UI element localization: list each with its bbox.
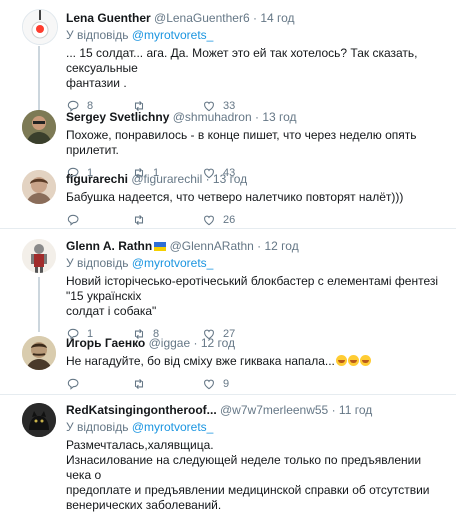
user-handle[interactable]: @w7w7merleenw55 — [220, 403, 328, 417]
tweet-time[interactable]: 12 год — [265, 239, 299, 253]
laughing-emoji-icon — [335, 355, 347, 366]
tweet: Glenn A. Rathn @GlennARathn · 12 год У в… — [0, 229, 456, 340]
tweet: Sergey Svetlichny @shmuhadron · 13 год П… — [0, 110, 456, 179]
reply-icon — [67, 214, 79, 226]
tweet-time[interactable]: 11 год — [339, 403, 372, 417]
thread-line — [38, 46, 40, 110]
person-avatar-icon — [22, 110, 56, 144]
separator-dot: · — [252, 11, 257, 25]
tweet: Lena Guenther @LenaGuenther6 · 14 год У … — [0, 0, 456, 112]
tweet-text: Новий історічесько-еротічеський блокбаст… — [66, 274, 448, 319]
knight-avatar-icon — [22, 239, 56, 273]
avatar[interactable] — [22, 403, 56, 437]
tweet-text-line: фантазии . — [66, 76, 127, 90]
laughing-emoji-icon — [359, 355, 371, 366]
tweet-text: ... 15 солдат... ага. Да. Может это ей т… — [66, 46, 448, 91]
avatar[interactable] — [22, 336, 56, 370]
tweet-text-line: предоплате и предъявлении медицинской сп… — [66, 483, 430, 497]
like-count: 26 — [223, 214, 236, 226]
retweet-icon — [134, 378, 144, 390]
user-handle[interactable]: @LenaGuenther6 — [154, 11, 250, 25]
user-handle[interactable]: @GlennARathn — [170, 239, 254, 253]
person-avatar-icon — [22, 336, 56, 370]
tweet-text-line: солдат і собака" — [66, 304, 157, 318]
tweet-time[interactable]: 13 год — [262, 110, 296, 124]
mention-link[interactable]: @myrotvorets_ — [132, 420, 214, 434]
tweet-text: Размечталась,халявщица. Изнасилование на… — [66, 438, 448, 513]
user-handle[interactable]: @iggae — [149, 336, 191, 350]
retweet-button[interactable] — [132, 377, 153, 391]
avatar[interactable] — [22, 239, 56, 273]
avatar[interactable] — [22, 110, 56, 144]
tweet: figurarechi @figurarechil · 13 год Бабуш… — [0, 166, 456, 228]
mention-link[interactable]: @myrotvorets_ — [132, 256, 214, 270]
reply-button[interactable] — [66, 213, 87, 227]
tweet-text-line: Новий історічесько-еротічеський блокбаст… — [66, 274, 439, 303]
tweet-text-line: Бабушка надеется, что четверо налетчико … — [66, 190, 404, 204]
tweet-text-line: Похоже, понравилось - в конце пишет, что… — [66, 128, 417, 157]
like-button[interactable]: 26 — [202, 213, 235, 227]
tweet-text-line: Не нагадуйте, бо від сміху вже гиквака н… — [66, 354, 335, 368]
separator-dot: · — [257, 239, 262, 253]
mention-link[interactable]: @myrotvorets_ — [132, 28, 214, 42]
tweet-text-line: венерических заболеваний. — [66, 498, 222, 512]
reply-prefix: У відповідь — [66, 256, 129, 270]
tweet-time[interactable]: 14 год — [260, 11, 294, 25]
tweet: Игорь Гаенко @iggae · 12 год Не нагадуйт… — [0, 332, 456, 393]
reply-icon — [67, 378, 79, 390]
heart-icon — [204, 215, 214, 226]
avatar[interactable] — [22, 9, 58, 45]
retweet-button[interactable] — [132, 213, 153, 227]
thread-line — [38, 277, 40, 332]
separator-dot: · — [331, 403, 336, 417]
user-name[interactable]: Sergey Svetlichny — [66, 110, 169, 124]
heart-icon — [204, 379, 214, 390]
like-count: 9 — [223, 378, 230, 390]
user-name[interactable]: Glenn A. Rathn — [66, 239, 152, 253]
ukraine-flag-icon — [154, 242, 167, 251]
avatar[interactable] — [22, 170, 56, 204]
tweet-text: Бабушка надеется, что четверо налетчико … — [66, 190, 448, 205]
tweet-text-line: Изнасилование на следующей неделе только… — [66, 453, 422, 482]
user-name[interactable]: Lena Guenther — [66, 11, 151, 25]
tweet-text-line: Размечталась,халявщица. — [66, 438, 214, 452]
cat-avatar-icon — [22, 403, 56, 437]
tweet-time[interactable]: 13 год — [213, 172, 247, 186]
separator-dot: · — [205, 172, 210, 186]
lamp-avatar-icon — [23, 10, 57, 44]
reply-prefix: У відповідь — [66, 28, 129, 42]
tweet-time[interactable]: 12 год — [201, 336, 235, 350]
separator-dot: · — [254, 110, 259, 124]
person-avatar-icon — [22, 170, 56, 204]
tweet-text: Не нагадуйте, бо від сміху вже гиквака н… — [66, 354, 448, 369]
like-button[interactable]: 9 — [202, 377, 229, 391]
user-name[interactable]: Игорь Гаенко — [66, 336, 145, 350]
user-handle[interactable]: @figurarechil — [131, 172, 202, 186]
reply-prefix: У відповідь — [66, 420, 129, 434]
user-name[interactable]: figurarechi — [66, 172, 128, 186]
tweet: RedKatsingingontheroof... @w7w7merleenw5… — [0, 395, 456, 512]
laughing-emoji-icon — [347, 355, 359, 366]
reply-button[interactable] — [66, 377, 87, 391]
retweet-icon — [134, 214, 144, 226]
separator-dot: · — [193, 336, 198, 350]
user-name[interactable]: RedKatsingingontheroof... — [66, 403, 217, 417]
user-handle[interactable]: @shmuhadron — [173, 110, 252, 124]
tweet-text-line: ... 15 солдат... ага. Да. Может это ей т… — [66, 46, 418, 75]
tweet-text: Похоже, понравилось - в конце пишет, что… — [66, 128, 448, 158]
